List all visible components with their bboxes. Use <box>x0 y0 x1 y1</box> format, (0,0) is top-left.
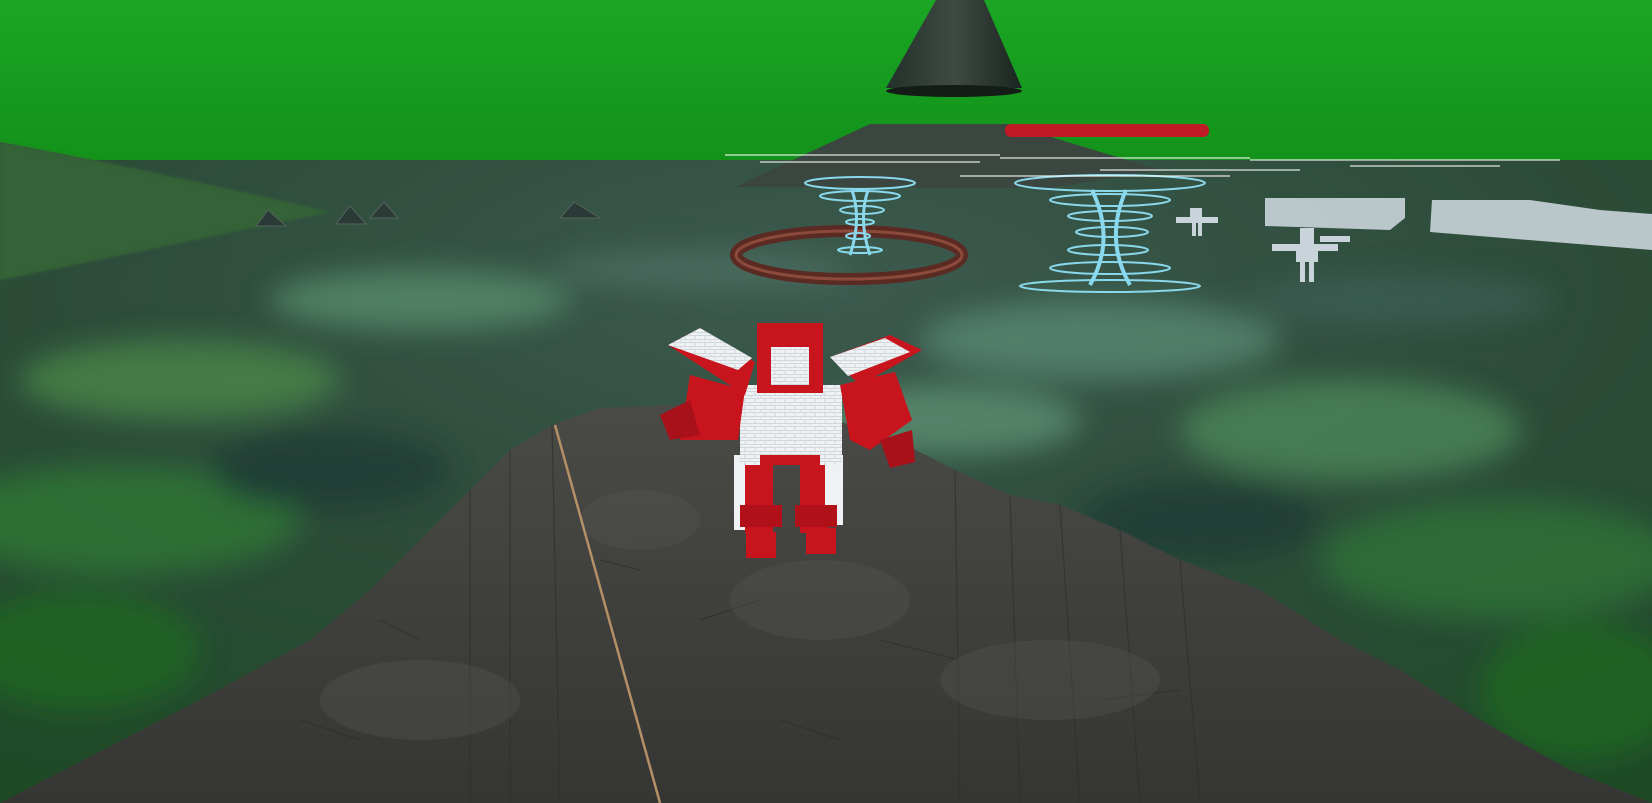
health-bar <box>1005 124 1209 137</box>
game-scene <box>0 0 1652 803</box>
game-viewport[interactable] <box>0 0 1652 803</box>
